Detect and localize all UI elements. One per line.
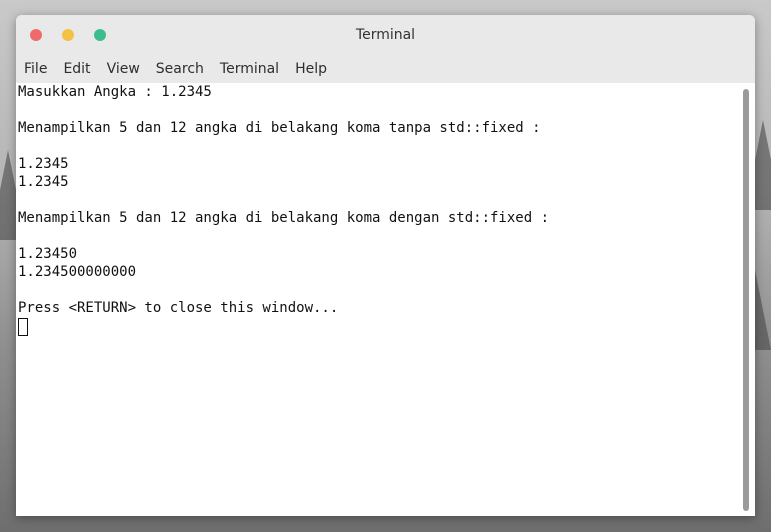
terminal-line: 1.2345	[18, 174, 69, 190]
terminal-line: Menampilkan 5 dan 12 angka di belakang k…	[18, 120, 541, 136]
terminal-line: 1.234500000000	[18, 264, 137, 280]
terminal-line: Menampilkan 5 dan 12 angka di belakang k…	[18, 210, 550, 226]
maximize-icon[interactable]	[94, 29, 106, 41]
terminal-line: Masukkan Angka : 1.2345	[18, 84, 212, 100]
terminal-output[interactable]: Masukkan Angka : 1.2345 Menampilkan 5 da…	[16, 83, 755, 516]
menu-terminal[interactable]: Terminal	[220, 61, 287, 77]
text-cursor	[18, 318, 28, 336]
menu-edit[interactable]: Edit	[63, 61, 98, 77]
menu-search[interactable]: Search	[156, 61, 212, 77]
scrollbar-thumb[interactable]	[743, 89, 749, 511]
menu-bar: File Edit View Search Terminal Help	[16, 55, 755, 83]
terminal-line: 1.23450	[18, 246, 78, 262]
vertical-scrollbar[interactable]	[740, 87, 750, 512]
close-icon[interactable]	[30, 29, 42, 41]
title-bar[interactable]: Terminal	[16, 15, 755, 55]
menu-help[interactable]: Help	[295, 61, 335, 77]
menu-file[interactable]: File	[24, 61, 55, 77]
minimize-icon[interactable]	[62, 29, 74, 41]
menu-view[interactable]: View	[107, 61, 148, 77]
desktop-background: Terminal File Edit View Search Terminal …	[0, 0, 771, 532]
terminal-line: 1.2345	[18, 156, 69, 172]
terminal-window: Terminal File Edit View Search Terminal …	[16, 15, 755, 516]
window-title: Terminal	[355, 27, 416, 43]
terminal-line: Press <RETURN> to close this window...	[18, 300, 339, 316]
